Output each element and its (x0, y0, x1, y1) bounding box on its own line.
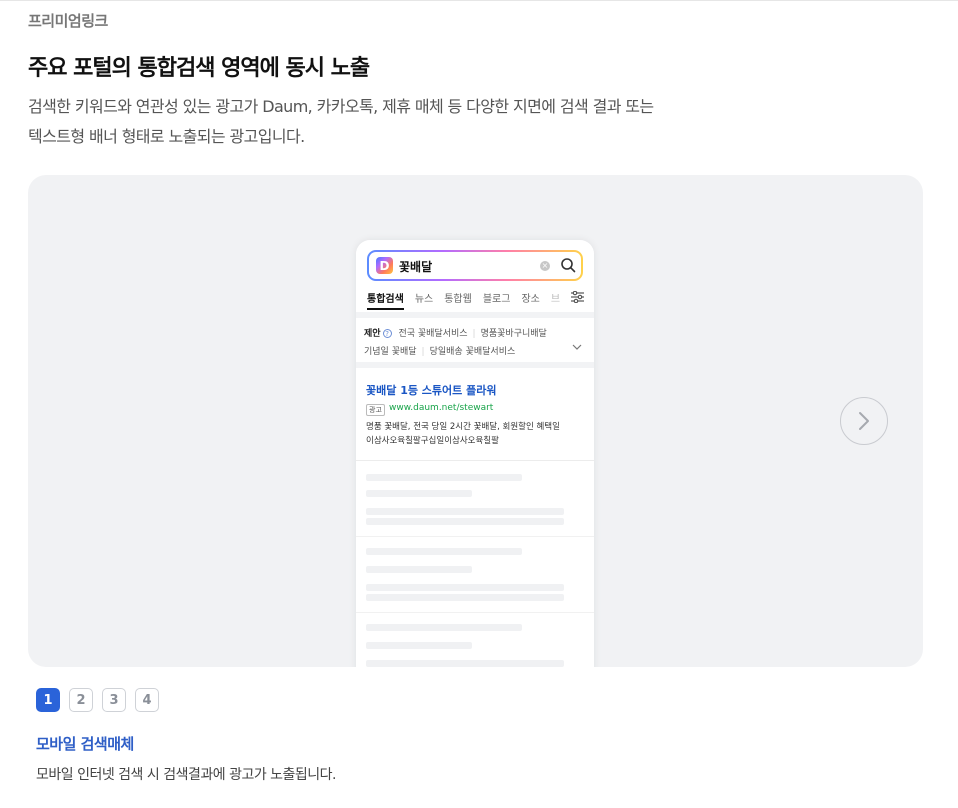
phone-search-header: D 꽃배달 × 통합검색 뉴스 통합웹 블로그 장소 브 (356, 240, 594, 312)
filter-icon (571, 291, 584, 303)
search-icon (561, 258, 576, 273)
skeleton-line (366, 624, 522, 631)
suggest-keyword: 명품꽃바구니배달 (480, 329, 547, 339)
section-headline: 주요 포털의 통합검색 영역에 동시 노출 (28, 56, 370, 81)
skeleton-line (366, 548, 522, 555)
carousel-next-button[interactable] (840, 397, 888, 445)
chevron-down-icon (572, 344, 582, 350)
slide-caption-title: 모바일 검색매체 (36, 735, 134, 753)
section-eyebrow: 프리미엄링크 (28, 12, 108, 30)
phone-tab-web: 통합웹 (444, 294, 472, 305)
preview-stage: D 꽃배달 × 통합검색 뉴스 통합웹 블로그 장소 브 제안 ? 전국 꽃배달… (28, 175, 923, 667)
description-line-2: 텍스트형 배너 형태로 노출되는 광고입니다. (28, 127, 305, 146)
ad-divider (356, 460, 594, 461)
pager-page-1[interactable]: 1 (36, 688, 60, 712)
ad-title: 꽃배달 1등 스튜어트 플라워 (366, 384, 497, 397)
phone-tab-place: 장소 (521, 294, 540, 305)
top-divider (0, 0, 958, 1)
clear-icon: × (540, 261, 550, 271)
phone-mockup: D 꽃배달 × 통합검색 뉴스 통합웹 블로그 장소 브 제안 ? 전국 꽃배달… (356, 240, 594, 667)
skeleton-divider (356, 536, 594, 537)
suggest-keyword: 당일배송 꽃배달서비스 (429, 347, 516, 357)
search-query-text: 꽃배달 (399, 260, 433, 274)
ad-badge: 광고 (366, 404, 385, 416)
skeleton-line (366, 490, 472, 497)
help-icon: ? (382, 329, 392, 338)
slide-caption-description: 모바일 인터넷 검색 시 검색결과에 광고가 노출됩니다. (36, 767, 337, 783)
skeleton-line (366, 642, 472, 649)
pager-page-4[interactable]: 4 (135, 688, 159, 712)
suggest-keyword: 기념일 꽃배달 (364, 347, 417, 357)
phone-tab-more: 브 (550, 294, 561, 305)
skeleton-line (366, 594, 564, 601)
chevron-right-icon (859, 412, 869, 430)
daum-logo-icon: D (376, 257, 393, 274)
pager-page-3[interactable]: 3 (102, 688, 126, 712)
pager-page-2[interactable]: 2 (69, 688, 93, 712)
phone-tab-bar: 통합검색 뉴스 통합웹 블로그 장소 브 (367, 290, 571, 310)
description-line-1: 검색한 키워드와 연관성 있는 광고가 Daum, 카카오톡, 제휴 매체 등 … (28, 97, 654, 116)
suggest-lead: 제안 (364, 329, 381, 339)
skeleton-line (366, 518, 564, 525)
section-description: 검색한 키워드와 연관성 있는 광고가 Daum, 카카오톡, 제휴 매체 등 … (28, 92, 788, 152)
skeleton-line (366, 660, 564, 667)
phone-tab-integrated: 통합검색 (367, 290, 404, 310)
skeleton-divider (356, 612, 594, 613)
skeleton-line (366, 566, 472, 573)
ad-body: 명품 꽃배달, 전국 당일 2시간 꽃배달, 회원할인 혜택일 이삼사오육칠팔구… (366, 422, 560, 446)
suggest-keyword: 전국 꽃배달서비스 (398, 329, 468, 339)
phone-search-bar: D 꽃배달 × (367, 250, 583, 281)
phone-tab-blog: 블로그 (482, 294, 511, 305)
carousel-pager: 1 2 3 4 (36, 688, 168, 712)
phone-tab-news: 뉴스 (414, 294, 434, 305)
skeleton-line (366, 474, 522, 481)
phone-ad-card: 꽃배달 1등 스튜어트 플라워 광고 www.daum.net/stewart … (356, 368, 594, 667)
skeleton-line (366, 508, 564, 515)
skeleton-line (366, 584, 564, 591)
phone-suggest-box: 제안? 전국 꽃배달서비스 | 명품꽃바구니배달 기념일 꽃배달 | 당일배송 꽃배달서… (356, 318, 594, 362)
ad-url: www.daum.net/stewart (389, 403, 494, 413)
